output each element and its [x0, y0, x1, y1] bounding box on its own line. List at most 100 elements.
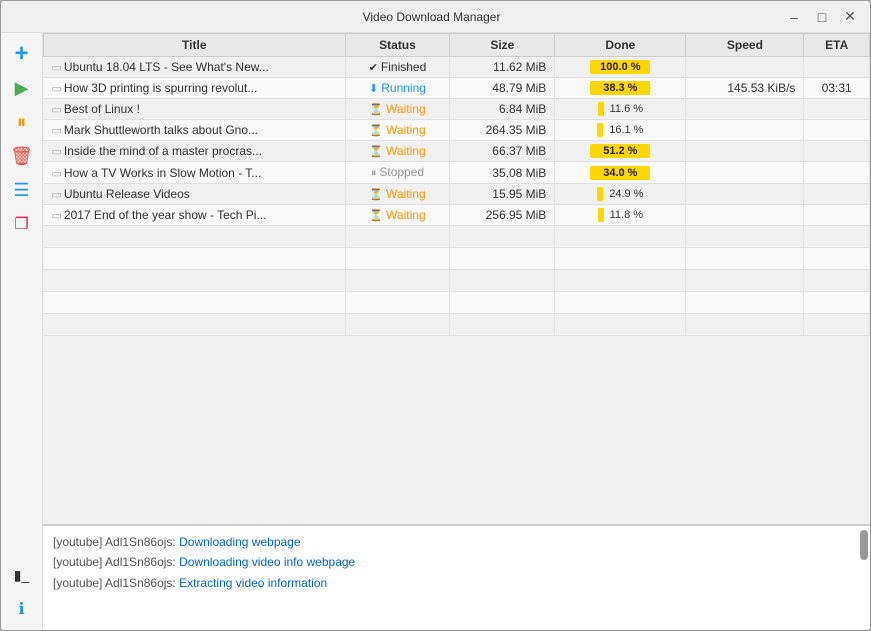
log-line: [youtube] Adl1Sn86ojs: Downloading webpa…	[53, 532, 860, 552]
info-button[interactable]: ℹ	[7, 594, 37, 624]
list-button[interactable]: ☰	[7, 175, 37, 205]
table-row[interactable]: ▭Best of Linux !⏳Waiting6.84 MiB 11.6 %	[44, 99, 870, 120]
progress-cell: 16.1 %	[563, 123, 677, 137]
cell-eta	[804, 162, 870, 184]
window-title: Video Download Manager	[81, 10, 782, 24]
table-row[interactable]: ▭How a TV Works in Slow Motion - T...⏸St…	[44, 162, 870, 184]
cell-status: ⏳Waiting	[345, 141, 450, 162]
progress-cell: 11.6 %	[563, 102, 677, 116]
cell-done: 11.6 %	[555, 99, 686, 120]
cell-done: 11.8 %	[555, 205, 686, 226]
table-row-empty	[44, 314, 870, 336]
cell-size: 48.79 MiB	[450, 78, 555, 99]
progress-bar: 34.0 %	[590, 166, 650, 180]
row-icon: ▭	[52, 146, 64, 158]
table-row-empty	[44, 270, 870, 292]
progress-mini-bar	[598, 102, 604, 116]
table-row-empty	[44, 292, 870, 314]
cell-done: 100.0 %	[555, 57, 686, 78]
cell-done: 34.0 %	[555, 162, 686, 184]
cell-eta	[804, 184, 870, 205]
log-text: Extracting video information	[179, 576, 327, 590]
status-icon: ⏳	[369, 125, 383, 137]
cell-title: ▭2017 End of the year show - Tech Pi...	[44, 205, 346, 226]
main-window: Video Download Manager – □ ✕ + ▶ ⏸ 🗑 ☰ ❐…	[0, 0, 871, 631]
col-header-speed: Speed	[686, 34, 804, 57]
cell-speed	[686, 184, 804, 205]
cell-status: ⏸Stopped	[345, 162, 450, 184]
log-text: Downloading video info webpage	[179, 555, 355, 569]
close-button[interactable]: ✕	[838, 5, 862, 29]
cell-done: 38.3 %	[555, 78, 686, 99]
sidebar: + ▶ ⏸ 🗑 ☰ ❐ ▮_ ℹ	[1, 33, 43, 630]
delete-button[interactable]: 🗑	[7, 141, 37, 171]
cell-speed	[686, 99, 804, 120]
status-text: Stopped	[379, 165, 424, 179]
terminal-button[interactable]: ▮_	[7, 560, 37, 590]
cell-title: ▭Mark Shuttleworth talks about Gno...	[44, 120, 346, 141]
cell-status: ⏳Waiting	[345, 120, 450, 141]
col-header-title: Title	[44, 34, 346, 57]
progress-label: 16.1 %	[609, 124, 643, 136]
status-text: Waiting	[386, 208, 426, 222]
cell-size: 6.84 MiB	[450, 99, 555, 120]
cell-status: ⏳Waiting	[345, 205, 450, 226]
row-icon: ▭	[52, 83, 64, 95]
cell-title: ▭How a TV Works in Slow Motion - T...	[44, 162, 346, 184]
maximize-button[interactable]: □	[810, 5, 834, 29]
table-row[interactable]: ▭Inside the mind of a master procras...⏳…	[44, 141, 870, 162]
row-icon: ▭	[52, 125, 64, 137]
cell-eta	[804, 120, 870, 141]
status-icon: ⏳	[369, 210, 383, 222]
cell-title: ▭Best of Linux !	[44, 99, 346, 120]
main-area: + ▶ ⏸ 🗑 ☰ ❐ ▮_ ℹ Title Status Size	[1, 33, 870, 630]
cell-speed: 145.53 KiB/s	[686, 78, 804, 99]
cell-title: ▭Inside the mind of a master procras...	[44, 141, 346, 162]
cell-status: ⬇Running	[345, 78, 450, 99]
progress-mini-bar	[597, 187, 603, 201]
progress-cell: 100.0 %	[563, 60, 677, 74]
window-controls: – □ ✕	[782, 5, 862, 29]
cell-title: ▭How 3D printing is spurring revolut...	[44, 78, 346, 99]
cell-done: 24.9 %	[555, 184, 686, 205]
table-row[interactable]: ▭2017 End of the year show - Tech Pi...⏳…	[44, 205, 870, 226]
status-icon: ⬇	[369, 83, 378, 95]
status-text: Waiting	[386, 123, 426, 137]
row-icon: ▭	[52, 210, 64, 222]
cell-size: 35.08 MiB	[450, 162, 555, 184]
download-table: Title Status Size Done Speed ETA ▭Ubuntu…	[43, 33, 870, 336]
pause-button[interactable]: ⏸	[7, 107, 37, 137]
col-header-eta: ETA	[804, 34, 870, 57]
cell-speed	[686, 57, 804, 78]
add-button[interactable]: +	[7, 39, 37, 69]
status-icon: ⏳	[369, 146, 383, 158]
title-bar: Video Download Manager – □ ✕	[1, 1, 870, 33]
log-scrollbar[interactable]	[860, 530, 868, 560]
col-header-size: Size	[450, 34, 555, 57]
table-header-row: Title Status Size Done Speed ETA	[44, 34, 870, 57]
log-prefix: [youtube] Adl1Sn86ojs:	[53, 535, 179, 549]
row-icon: ▭	[52, 168, 64, 180]
cell-title: ▭Ubuntu Release Videos	[44, 184, 346, 205]
cell-eta	[804, 99, 870, 120]
copy-button[interactable]: ❐	[7, 209, 37, 239]
minimize-button[interactable]: –	[782, 5, 806, 29]
table-row[interactable]: ▭Mark Shuttleworth talks about Gno...⏳Wa…	[44, 120, 870, 141]
cell-done: 51.2 %	[555, 141, 686, 162]
cell-status: ⏳Waiting	[345, 99, 450, 120]
cell-size: 264.35 MiB	[450, 120, 555, 141]
progress-bar: 51.2 %	[590, 144, 650, 158]
table-row[interactable]: ▭Ubuntu 18.04 LTS - See What's New...✔Fi…	[44, 57, 870, 78]
table-row[interactable]: ▭Ubuntu Release Videos⏳Waiting15.95 MiB2…	[44, 184, 870, 205]
play-button[interactable]: ▶	[7, 73, 37, 103]
progress-label: 24.9 %	[609, 188, 643, 200]
cell-eta	[804, 57, 870, 78]
download-table-container[interactable]: Title Status Size Done Speed ETA ▭Ubuntu…	[43, 33, 870, 525]
table-row[interactable]: ▭How 3D printing is spurring revolut...⬇…	[44, 78, 870, 99]
status-icon: ⏳	[369, 189, 383, 201]
cell-title: ▭Ubuntu 18.04 LTS - See What's New...	[44, 57, 346, 78]
log-line: [youtube] Adl1Sn86ojs: Extracting video …	[53, 573, 860, 593]
col-header-status: Status	[345, 34, 450, 57]
content-area: Title Status Size Done Speed ETA ▭Ubuntu…	[43, 33, 870, 630]
row-icon: ▭	[52, 104, 64, 116]
